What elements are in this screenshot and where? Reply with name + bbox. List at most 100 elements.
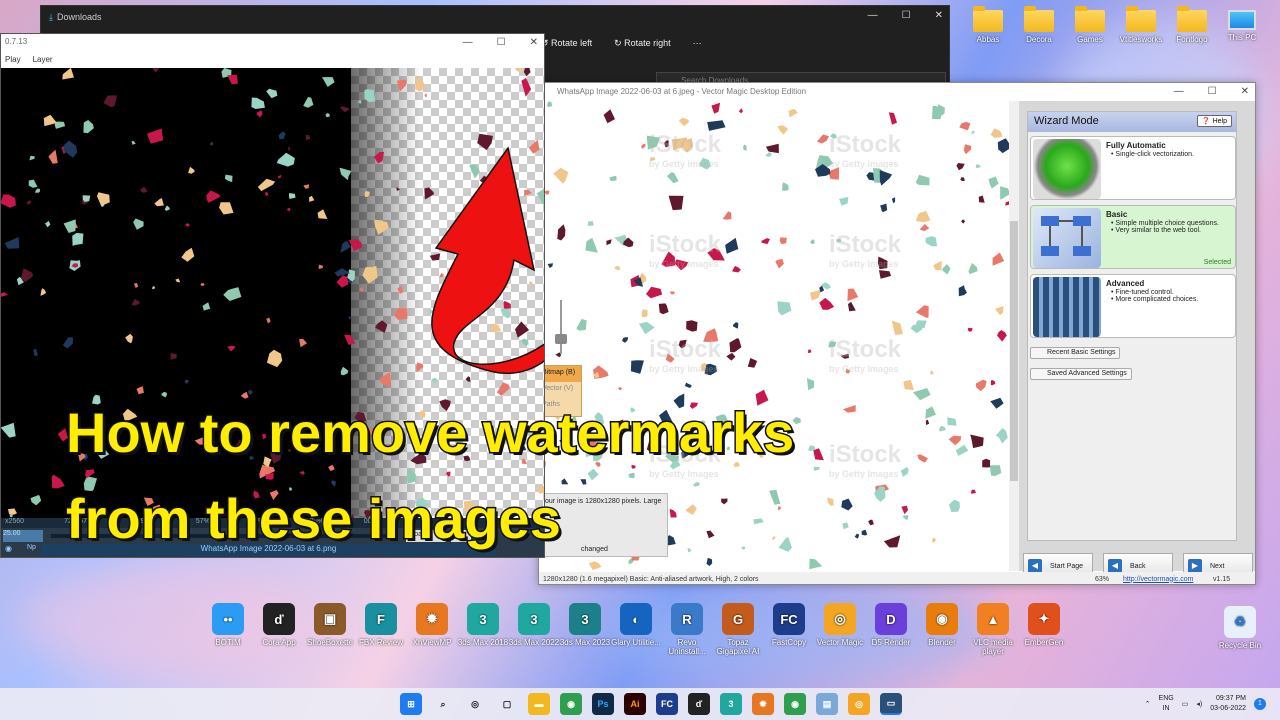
menu-play[interactable]: Play: [5, 55, 21, 67]
rotate-left-button[interactable]: ↺ Rotate left: [541, 38, 592, 49]
desktop-icon[interactable]: 3 3ds Max 2023: [559, 603, 611, 647]
chevron-up-icon[interactable]: ⌃: [1145, 700, 1151, 708]
tab-vector[interactable]: Vector (V): [539, 382, 581, 398]
confetti-piece: [942, 264, 951, 275]
desktop-icon[interactable]: FC FastCopy: [763, 603, 815, 647]
illustrator-icon[interactable]: Ai: [624, 693, 646, 715]
website-link[interactable]: http://vectormagic.com: [1123, 576, 1213, 583]
slider-handle[interactable]: [555, 334, 567, 344]
desktop-icon[interactable]: Abbas: [962, 6, 1014, 44]
desktop-icon[interactable]: R Revo Uninstall...: [661, 603, 713, 656]
network-icon[interactable]: ▭: [1182, 700, 1189, 708]
scroll-thumb[interactable]: [1010, 221, 1018, 481]
xnview-icon[interactable]: ✹: [752, 693, 774, 715]
desktop-icon[interactable]: Fontlogo: [1166, 6, 1218, 44]
minimize-button[interactable]: —: [463, 37, 473, 48]
vertical-scrollbar[interactable]: [1009, 101, 1019, 571]
player-window[interactable]: 0.7.13 — ☐ ✕ Play Layer x2560 720x576 0.…: [0, 33, 545, 558]
watermark-sub: by Getty Images: [649, 364, 719, 374]
selected-badge: Selected: [1203, 259, 1231, 266]
maximize-button[interactable]: ☐: [1208, 86, 1217, 97]
window-title: WhatsApp Image 2022-06-03 at 6.jpeg - Ve…: [557, 87, 807, 96]
desktop-icon[interactable]: ď Cora App: [253, 603, 305, 647]
confetti-piece: [917, 454, 928, 463]
notification-badge[interactable]: 1: [1254, 698, 1266, 710]
confetti-piece: [576, 318, 587, 331]
photoshop-icon[interactable]: Ps: [592, 693, 614, 715]
desktop-icon[interactable]: Games: [1064, 6, 1116, 44]
zoom-slider[interactable]: [554, 300, 568, 354]
desktop-icon[interactable]: This PC: [1216, 10, 1268, 42]
tab-bitmap[interactable]: Bitmap (B): [539, 366, 581, 382]
wizard-panel: Wizard Mode ❓ Help Fully Automatic Singl…: [1019, 101, 1255, 579]
clock[interactable]: 09:37 PM 03-06-2022: [1210, 694, 1246, 714]
desktop-icon[interactable]: ◉ Blender: [916, 603, 968, 647]
confetti-piece: [982, 458, 991, 468]
caption-line-2: from these images: [65, 486, 563, 552]
maximize-button[interactable]: ☐: [902, 10, 911, 21]
confetti-piece: [775, 258, 784, 269]
chrome-alt-icon[interactable]: ◉: [784, 693, 806, 715]
confetti-piece: [866, 172, 875, 181]
volume-icon[interactable]: ◂): [1196, 700, 1202, 708]
confetti-piece: [553, 167, 569, 184]
option-advanced[interactable]: Advanced Fine-tuned control. More compli…: [1030, 274, 1236, 338]
rotate-right-button[interactable]: ↻ Rotate right: [614, 38, 671, 49]
chrome-icon[interactable]: ◉: [560, 693, 582, 715]
confetti-piece: [622, 337, 629, 343]
desktop-icon[interactable]: Vtitlesworks: [1115, 6, 1167, 44]
file-explorer-icon[interactable]: ▬: [528, 693, 550, 715]
confetti-piece: [725, 237, 739, 254]
confetti-piece: [739, 108, 743, 114]
close-button[interactable]: ✕: [1241, 86, 1249, 97]
vm-title-bar: WhatsApp Image 2022-06-03 at 6.jpeg - Ve…: [539, 83, 1255, 101]
close-button[interactable]: ✕: [935, 10, 943, 21]
player-app-icon[interactable]: ▭: [880, 693, 902, 715]
back-arrow-icon: ◀: [1108, 559, 1122, 573]
photos-icon[interactable]: ▤: [816, 693, 838, 715]
desktop-icon[interactable]: ✹ XnViewMP: [406, 603, 458, 647]
desktop-icon[interactable]: G Topaz Gigapixel AI: [712, 603, 764, 656]
confetti-piece: [687, 548, 692, 553]
desktop-icon[interactable]: 3 3ds Max 2022: [508, 603, 560, 647]
help-button[interactable]: ❓ Help: [1196, 115, 1232, 127]
recycle-bin[interactable]: ♻ Recycle Bin: [1214, 606, 1266, 650]
watermark-text: iStock by Getty Images: [649, 336, 721, 374]
eye-icon[interactable]: ◉: [5, 544, 12, 553]
search-icon[interactable]: ⌕: [432, 693, 454, 715]
task-view-icon[interactable]: ◎: [464, 693, 486, 715]
option-basic[interactable]: Basic Simple multiple choice questions. …: [1030, 205, 1236, 269]
desktop-icon[interactable]: 3 3ds Max 2018: [457, 603, 509, 647]
menu-layer[interactable]: Layer: [33, 55, 53, 67]
minimize-button[interactable]: —: [868, 10, 878, 21]
desktop-icon[interactable]: D D5 Render: [865, 603, 917, 647]
desktop-icon[interactable]: •• BOTIM: [202, 603, 254, 647]
fastcopy-icon[interactable]: FC: [656, 693, 678, 715]
watermark-sub: by Getty Images: [829, 159, 899, 169]
time-label: 09:37 PM: [1216, 695, 1246, 702]
icon-label: Vtitlesworks: [1119, 35, 1163, 44]
desktop-icon[interactable]: ◎ Vector Magic: [814, 603, 866, 647]
watermark-text: iStock by Getty Images: [829, 231, 901, 269]
folder-icon: [1024, 6, 1054, 32]
language-indicator[interactable]: ENG IN: [1159, 694, 1174, 714]
start-icon[interactable]: ⊞: [400, 693, 422, 715]
close-button[interactable]: ✕: [530, 37, 538, 48]
desktop-icon[interactable]: F FBX Review: [355, 603, 407, 647]
desktop-icon[interactable]: ◐ Glary Utilitie...: [610, 603, 662, 647]
vector-magic-icon[interactable]: ◎: [848, 693, 870, 715]
desktop-icon[interactable]: Decora: [1013, 6, 1065, 44]
saved-advanced-settings-button[interactable]: Saved Advanced Settings: [1030, 368, 1132, 380]
more-options-button[interactable]: ···: [693, 38, 702, 49]
maximize-button[interactable]: ☐: [497, 37, 506, 48]
desktop-icon[interactable]: ✦ EmberGen: [1018, 603, 1070, 647]
option-fully-automatic[interactable]: Fully Automatic Single-click vectorizati…: [1030, 136, 1236, 200]
chat-icon[interactable]: ▢: [496, 693, 518, 715]
cora-icon[interactable]: ď: [688, 693, 710, 715]
3ds-max-icon[interactable]: 3: [720, 693, 742, 715]
desktop-icon[interactable]: ▲ VLC media player: [967, 603, 1019, 656]
app-icon: F: [365, 603, 397, 635]
recent-basic-settings-button[interactable]: Recent Basic Settings: [1030, 347, 1121, 359]
desktop-icon[interactable]: ▣ ShoeBoxette: [304, 603, 356, 647]
minimize-button[interactable]: —: [1174, 86, 1184, 97]
